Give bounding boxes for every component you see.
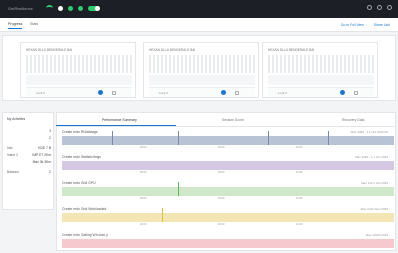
sidebar-panel: My Activities 3 2 Info KDE 7 B Value 2 IMP… (2, 112, 54, 210)
device-card-3[interactable]: HEXAN DLLU BENDERALE BAI Lock 3 (262, 42, 378, 98)
axis-tick-label: 00:00 (140, 171, 147, 174)
card-label: Lock 3 (278, 91, 287, 95)
chart-title: Create redo Gatling Wh dom-y (62, 233, 108, 237)
sub-navigation: Progress Stats Go to Full View Share Lin… (0, 18, 398, 32)
metric-spike (111, 131, 113, 145)
card-title: HEXAN DLLU BENDERALE BAI (149, 48, 196, 52)
device-card-1[interactable]: HEXAN DLLU BENDERALE BAI Lock 3 (20, 42, 136, 98)
header-links: Go to Full View Share Link (341, 23, 390, 27)
axis-tick-label: 12:00 (296, 146, 303, 149)
record-icon[interactable] (58, 5, 63, 11)
channel-grid-lower (149, 75, 255, 85)
help-icon[interactable] (377, 5, 382, 10)
user-icon[interactable] (387, 5, 392, 10)
full-view-link[interactable]: Go to Full View (341, 23, 364, 27)
status-dot-icon (68, 5, 73, 11)
chart-title: Create redo Statistic/Imgs (62, 155, 102, 159)
metric-strip[interactable] (62, 187, 394, 196)
settings-icon[interactable] (112, 91, 116, 95)
device-card-2[interactable]: HEXAN DLLU BENDERALE BAI Lock 3 (143, 42, 259, 98)
app-brand: GetResilience (8, 6, 33, 11)
card-label: Lock 3 (36, 91, 45, 95)
axis-tick-label: 06:00 (218, 197, 225, 200)
search-icon[interactable] (367, 5, 372, 10)
axis-tick-label: 12:00 (296, 197, 303, 200)
channel-grid (268, 55, 374, 73)
status-icons (46, 5, 100, 11)
metric-spike (267, 131, 269, 145)
metric-strip[interactable] (62, 161, 394, 170)
axis-tick-label: 12:00 (296, 171, 303, 174)
card-footer: Lock 3 (26, 87, 132, 97)
metric-spike (178, 131, 180, 145)
tab-stats[interactable]: Stats (30, 22, 38, 26)
wifi-icon (46, 5, 53, 11)
card-title: HEXAN DLLU BENDERALE BAI (26, 48, 73, 52)
settings-icon[interactable] (235, 91, 239, 95)
axis-tick-label: 00:00 (140, 197, 147, 200)
card-label: Lock 3 (159, 91, 168, 95)
axis-tick-label: 00:00 (140, 146, 147, 149)
chart-meta: Max 1016 Abel 2023 (360, 207, 388, 211)
active-tab-underline (56, 125, 176, 126)
tab-recovery-data[interactable]: Recovery Data (342, 118, 364, 122)
chart-meta: Max 1016 - 1.1 Hrs 2023 (354, 155, 388, 159)
axis-tick-label: 12:00 (296, 223, 303, 226)
metric-spike (178, 182, 180, 196)
axis-tick-label: 00:00 (140, 223, 147, 226)
topbar-actions (367, 5, 392, 10)
card-title: HEXAN DLLU BENDERALE BAI (268, 48, 315, 52)
card-footer: Lock 3 (268, 87, 374, 97)
chart-meta: Max 1084 - 1.1 Hrs 2023-05 (350, 130, 388, 134)
chart-tabs: Performance Summary Session Score Recove… (56, 115, 394, 127)
charts-panel (56, 112, 396, 251)
share-link[interactable]: Share Link (374, 23, 390, 27)
metric-spike (161, 208, 163, 222)
axis-tick-label: 06:00 (218, 223, 225, 226)
chart-title: Create redo Grid GPU (62, 181, 96, 185)
axis-tick-label: 06:00 (218, 146, 225, 149)
top-bar: GetResilience (0, 0, 398, 18)
info-icon[interactable] (340, 90, 345, 95)
channel-grid (149, 55, 255, 73)
tab-performance-summary[interactable]: Performance Summary (102, 118, 137, 122)
info-icon[interactable] (221, 90, 226, 95)
settings-icon[interactable] (354, 91, 358, 95)
chart-title: Create redo Grid Workloaded (62, 207, 107, 211)
info-icon[interactable] (98, 90, 103, 95)
metric-strip[interactable] (62, 213, 394, 222)
metric-spike (327, 131, 329, 145)
channel-grid-lower (26, 75, 132, 85)
metric-strip[interactable] (62, 239, 394, 248)
chart-title: Create redo RN/alstags (62, 130, 98, 134)
sidebar-row: Info KDE 7 B (7, 146, 51, 150)
card-footer: Lock 3 (149, 87, 255, 97)
chart-meta: Max 144 2 Hrs 2023 (360, 181, 388, 185)
sidebar-title: My Activities (7, 117, 26, 121)
tab-progress[interactable]: Progress (8, 22, 23, 29)
axis-tick-label: 06:00 (218, 171, 225, 174)
sidebar-row: Value 2 IMP ET 2Km (7, 153, 51, 157)
live-toggle[interactable] (88, 5, 100, 11)
channel-grid-lower (268, 75, 374, 85)
sidebar-row: Balance 2 (7, 170, 51, 174)
sync-icon[interactable] (78, 5, 83, 11)
chart-meta: Max 10009 2023 (365, 233, 388, 237)
channel-grid (26, 55, 132, 73)
tab-session-score[interactable]: Session Score (222, 118, 244, 122)
